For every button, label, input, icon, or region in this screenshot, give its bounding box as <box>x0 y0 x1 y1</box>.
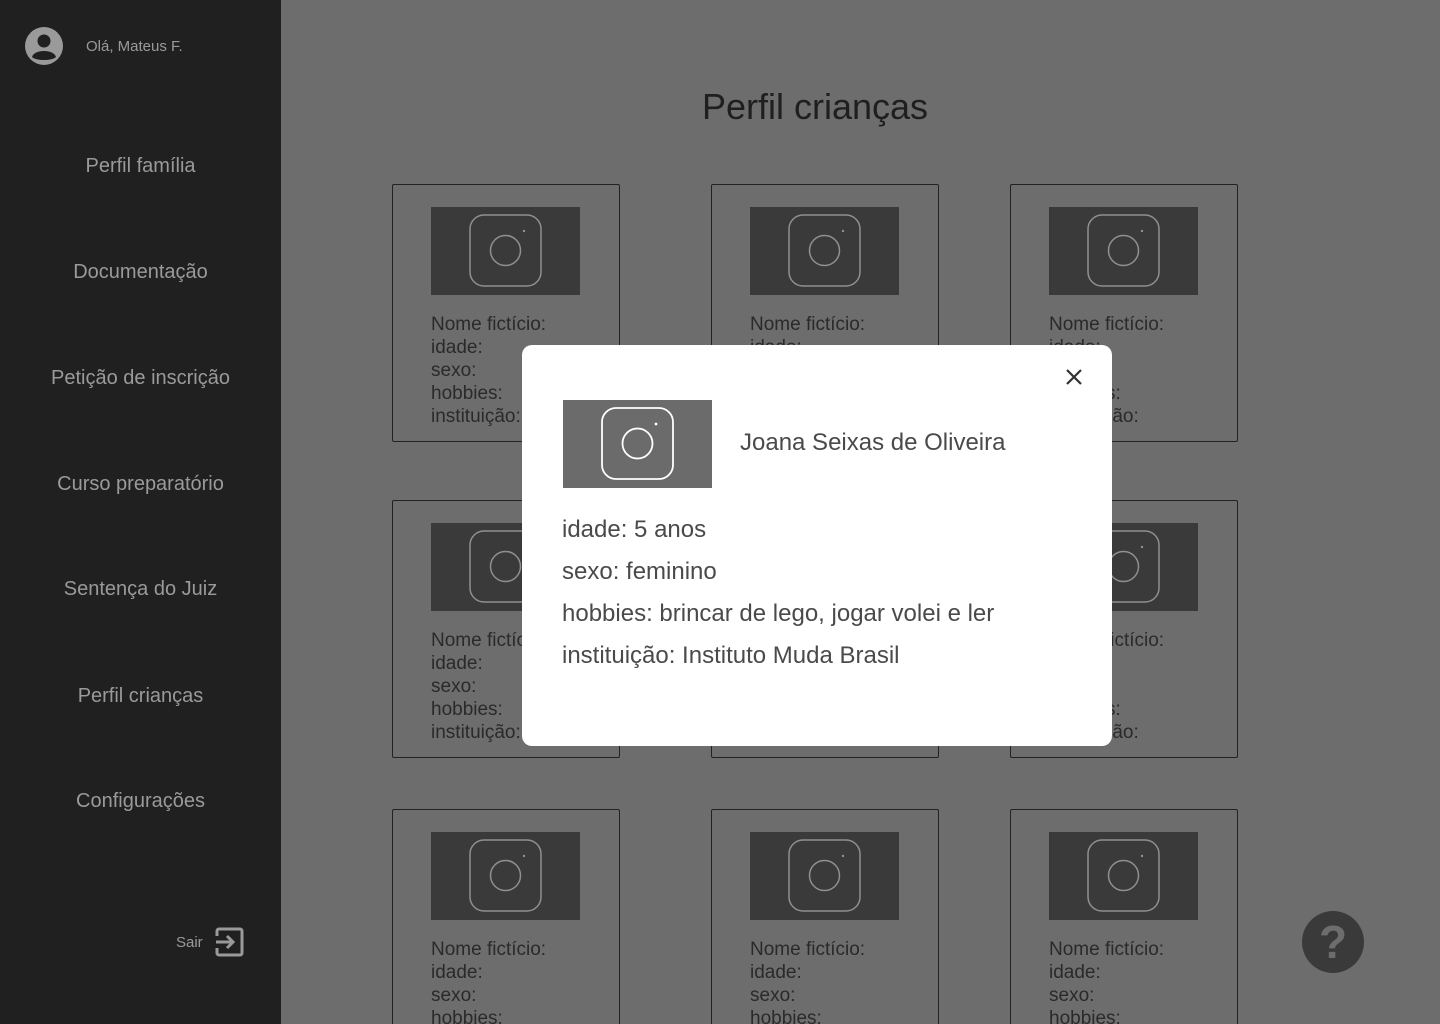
child-card-info: Nome fictício: idade: sexo: hobbies: ins… <box>1049 938 1237 1024</box>
child-card-info: Nome fictício: idade: sexo: hobbies: ins… <box>750 938 938 1024</box>
photo-placeholder <box>1049 207 1198 295</box>
logout-label: Sair <box>176 933 203 951</box>
child-card[interactable]: Nome fictício: idade: sexo: hobbies: ins… <box>1010 809 1238 1024</box>
page-title: Perfil crianças <box>701 86 929 127</box>
sidebar: Olá, Mateus F. Perfil família Documentaç… <box>0 0 281 1024</box>
card-sex-label: sexo: <box>431 985 477 1006</box>
child-card[interactable]: Nome fictício: idade: sexo: hobbies: ins… <box>392 809 620 1024</box>
card-sex-label: sexo: <box>750 985 796 1006</box>
card-name-label: Nome fictício: <box>431 314 547 335</box>
nav-configuracoes[interactable]: Configurações <box>0 790 281 813</box>
exit-icon <box>214 927 244 957</box>
modal-institution: instituição: Instituto Muda Brasil <box>562 642 900 669</box>
nav-documentacao[interactable]: Documentação <box>0 261 281 284</box>
card-name-label: Nome fictício: <box>1049 314 1165 335</box>
close-icon[interactable] <box>1062 365 1086 389</box>
modal-age: idade: 5 anos <box>562 516 707 543</box>
child-detail-modal: Joana Seixas de Oliveira idade: 5 anos s… <box>522 345 1112 746</box>
camera-icon <box>1087 214 1160 287</box>
nav-curso-preparatorio[interactable]: Curso preparatório <box>0 473 281 496</box>
camera-icon <box>1087 839 1160 912</box>
photo-placeholder <box>750 207 899 295</box>
camera-icon <box>469 214 542 287</box>
camera-icon <box>469 839 542 912</box>
photo-placeholder <box>431 832 580 920</box>
camera-icon <box>601 407 674 480</box>
card-name-label: Nome fictício: <box>1049 939 1165 960</box>
card-name-label: Nome fictício: <box>750 939 866 960</box>
user-greeting: Olá, Mateus F. <box>86 37 183 55</box>
nav-perfil-familia[interactable]: Perfil família <box>0 155 281 178</box>
modal-sex: sexo: feminino <box>562 558 717 585</box>
photo-placeholder <box>1049 832 1198 920</box>
nav-perfil-criancas[interactable]: Perfil crianças <box>0 685 281 708</box>
photo-placeholder <box>750 832 899 920</box>
card-name-label: Nome fictício: <box>750 314 866 335</box>
child-card-info: Nome fictício: idade: sexo: hobbies: ins… <box>431 938 619 1024</box>
modal-photo-placeholder <box>563 400 712 488</box>
nav-peticao-inscricao[interactable]: Petição de inscrição <box>0 367 281 390</box>
card-age-label: idade: <box>1049 962 1101 983</box>
child-card[interactable]: Nome fictício: idade: sexo: hobbies: ins… <box>711 809 939 1024</box>
card-hobbies-label: hobbies: <box>431 1008 503 1024</box>
modal-child-name: Joana Seixas de Oliveira <box>740 429 1006 456</box>
nav-sentenca-juiz[interactable]: Sentença do Juiz <box>0 578 281 601</box>
modal-hobbies: hobbies: brincar de lego, jogar volei e … <box>562 600 995 627</box>
card-age-label: idade: <box>750 962 802 983</box>
photo-placeholder <box>431 207 580 295</box>
card-age-label: idade: <box>431 962 483 983</box>
card-sex-label: sexo: <box>1049 985 1095 1006</box>
card-hobbies-label: hobbies: <box>1049 1008 1121 1024</box>
card-hobbies-label: hobbies: <box>750 1008 822 1024</box>
help-button[interactable]: ? <box>1302 911 1364 973</box>
user-avatar-icon <box>25 27 63 65</box>
logout-button[interactable]: Sair <box>176 926 245 958</box>
card-name-label: Nome fictício: <box>431 939 547 960</box>
camera-icon <box>788 214 861 287</box>
user-profile[interactable]: Olá, Mateus F. <box>24 26 183 66</box>
camera-icon <box>788 839 861 912</box>
